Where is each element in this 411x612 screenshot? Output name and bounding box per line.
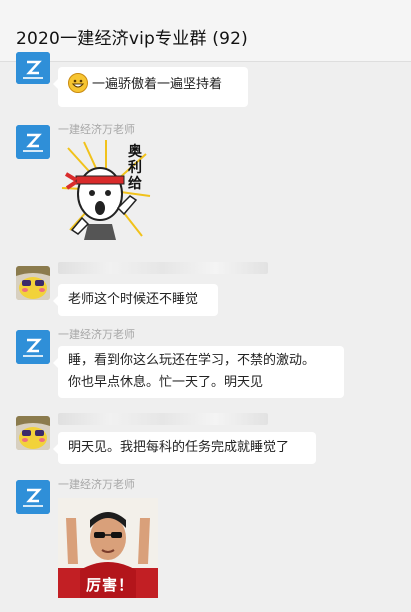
sticker-caption: 厉害！	[86, 576, 135, 594]
student-avatar[interactable]	[16, 416, 50, 450]
teacher-avatar[interactable]	[16, 125, 50, 159]
message-bubble[interactable]: 老师这个时候还不睡觉	[53, 284, 218, 316]
teacher-avatar[interactable]	[16, 330, 50, 364]
duck-avatar-icon	[16, 416, 50, 450]
sender-name: 一建经济万老师	[58, 123, 135, 136]
teacher-logo-icon	[16, 125, 50, 159]
teacher-logo-icon	[16, 52, 50, 84]
chat-header: 2020一建经济vip专业群 (92)	[0, 0, 411, 62]
student-avatar[interactable]	[16, 266, 50, 300]
grinning-face-icon	[68, 73, 88, 93]
message-bubble[interactable]: 睡，看到你这么玩还在学习，不禁的激动。 你也早点休息。忙一天了。明天见	[53, 346, 344, 398]
message-bubble[interactable]: 一遍骄傲着一遍坚持着	[53, 67, 248, 107]
message-text: 明天见。我把每科的任务完成就睡觉了	[68, 440, 290, 455]
teacher-avatar[interactable]	[16, 480, 50, 514]
teacher-logo-icon	[16, 480, 50, 514]
duck-avatar-icon	[16, 266, 50, 300]
sender-name: 一建经济万老师	[58, 328, 135, 341]
sticker-image[interactable]: 奥利给	[58, 138, 154, 242]
message-bubble[interactable]: 明天见。我把每科的任务完成就睡觉了	[53, 432, 316, 464]
sticker-image[interactable]: 厉害！	[58, 498, 158, 598]
teacher-avatar[interactable]	[16, 52, 50, 84]
teacher-logo-icon	[16, 330, 50, 364]
sender-name: 一建经济万老师	[58, 478, 135, 491]
message-text-line-2: 你也早点休息。忙一天了。明天见	[68, 375, 264, 390]
message-text: 老师这个时候还不睡觉	[68, 292, 199, 307]
message-text: 一遍骄傲着一遍坚持着	[92, 77, 223, 92]
sticker-caption: 奥利给	[128, 144, 142, 192]
message-text-line-1: 睡，看到你这么玩还在学习，不禁的激动。	[68, 353, 316, 368]
redacted-sender-name	[58, 262, 268, 274]
chat-title: 2020一建经济vip专业群 (92)	[16, 29, 248, 49]
redacted-sender-name	[58, 413, 268, 425]
